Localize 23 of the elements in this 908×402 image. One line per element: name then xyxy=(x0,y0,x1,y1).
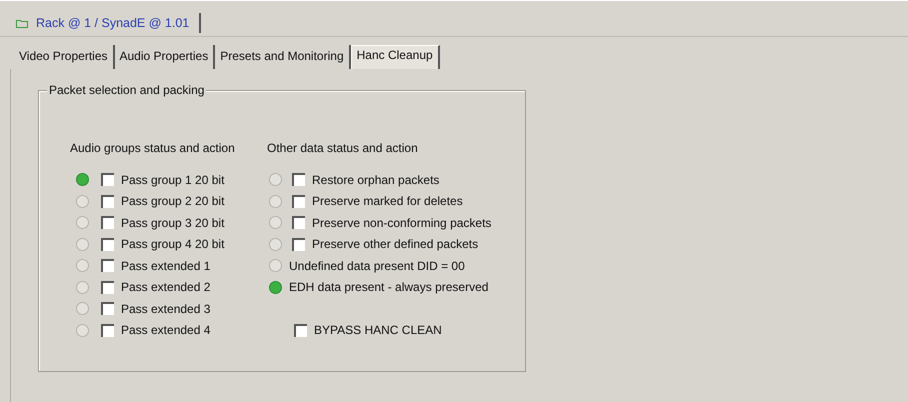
folder-icon xyxy=(16,18,28,28)
checkbox[interactable]: Pass extended 3 xyxy=(101,302,210,316)
checkbox[interactable]: BYPASS HANC CLEAN xyxy=(294,323,442,338)
checkbox[interactable]: Restore orphan packets xyxy=(292,172,440,187)
checkbox[interactable]: Preserve marked for deletes xyxy=(292,194,463,208)
checkbox[interactable]: Pass group 3 20 bit xyxy=(101,216,224,230)
tab[interactable]: Audio Properties xyxy=(114,45,216,69)
status-label: EDH data present - always preserved xyxy=(289,280,488,294)
column-heading: Audio groups status and action xyxy=(70,141,236,155)
status-label: Undefined data present DID = 00 xyxy=(289,258,465,273)
tab[interactable]: Video Properties xyxy=(14,45,114,69)
checkbox[interactable]: Preserve non-conforming packets xyxy=(292,216,492,230)
checkbox[interactable]: Pass group 4 20 bit xyxy=(101,237,224,252)
checkbox[interactable]: Pass extended 1 xyxy=(101,258,210,273)
column-heading: Other data status and action xyxy=(267,141,419,155)
checkbox[interactable]: Pass group 1 20 bit xyxy=(101,172,224,187)
tab[interactable]: Hanc Cleanup xyxy=(350,45,440,69)
document-tab[interactable]: Rack @ 1 / SynadE @ 1.01 xyxy=(12,13,202,33)
checkbox[interactable]: Pass group 2 20 bit xyxy=(101,194,224,208)
checkbox[interactable]: Pass extended 4 xyxy=(101,323,210,338)
group-title: Packet selection and packing xyxy=(47,83,206,97)
checkbox[interactable]: Preserve other defined packets xyxy=(292,237,478,252)
checkbox[interactable]: Pass extended 2 xyxy=(101,280,210,294)
